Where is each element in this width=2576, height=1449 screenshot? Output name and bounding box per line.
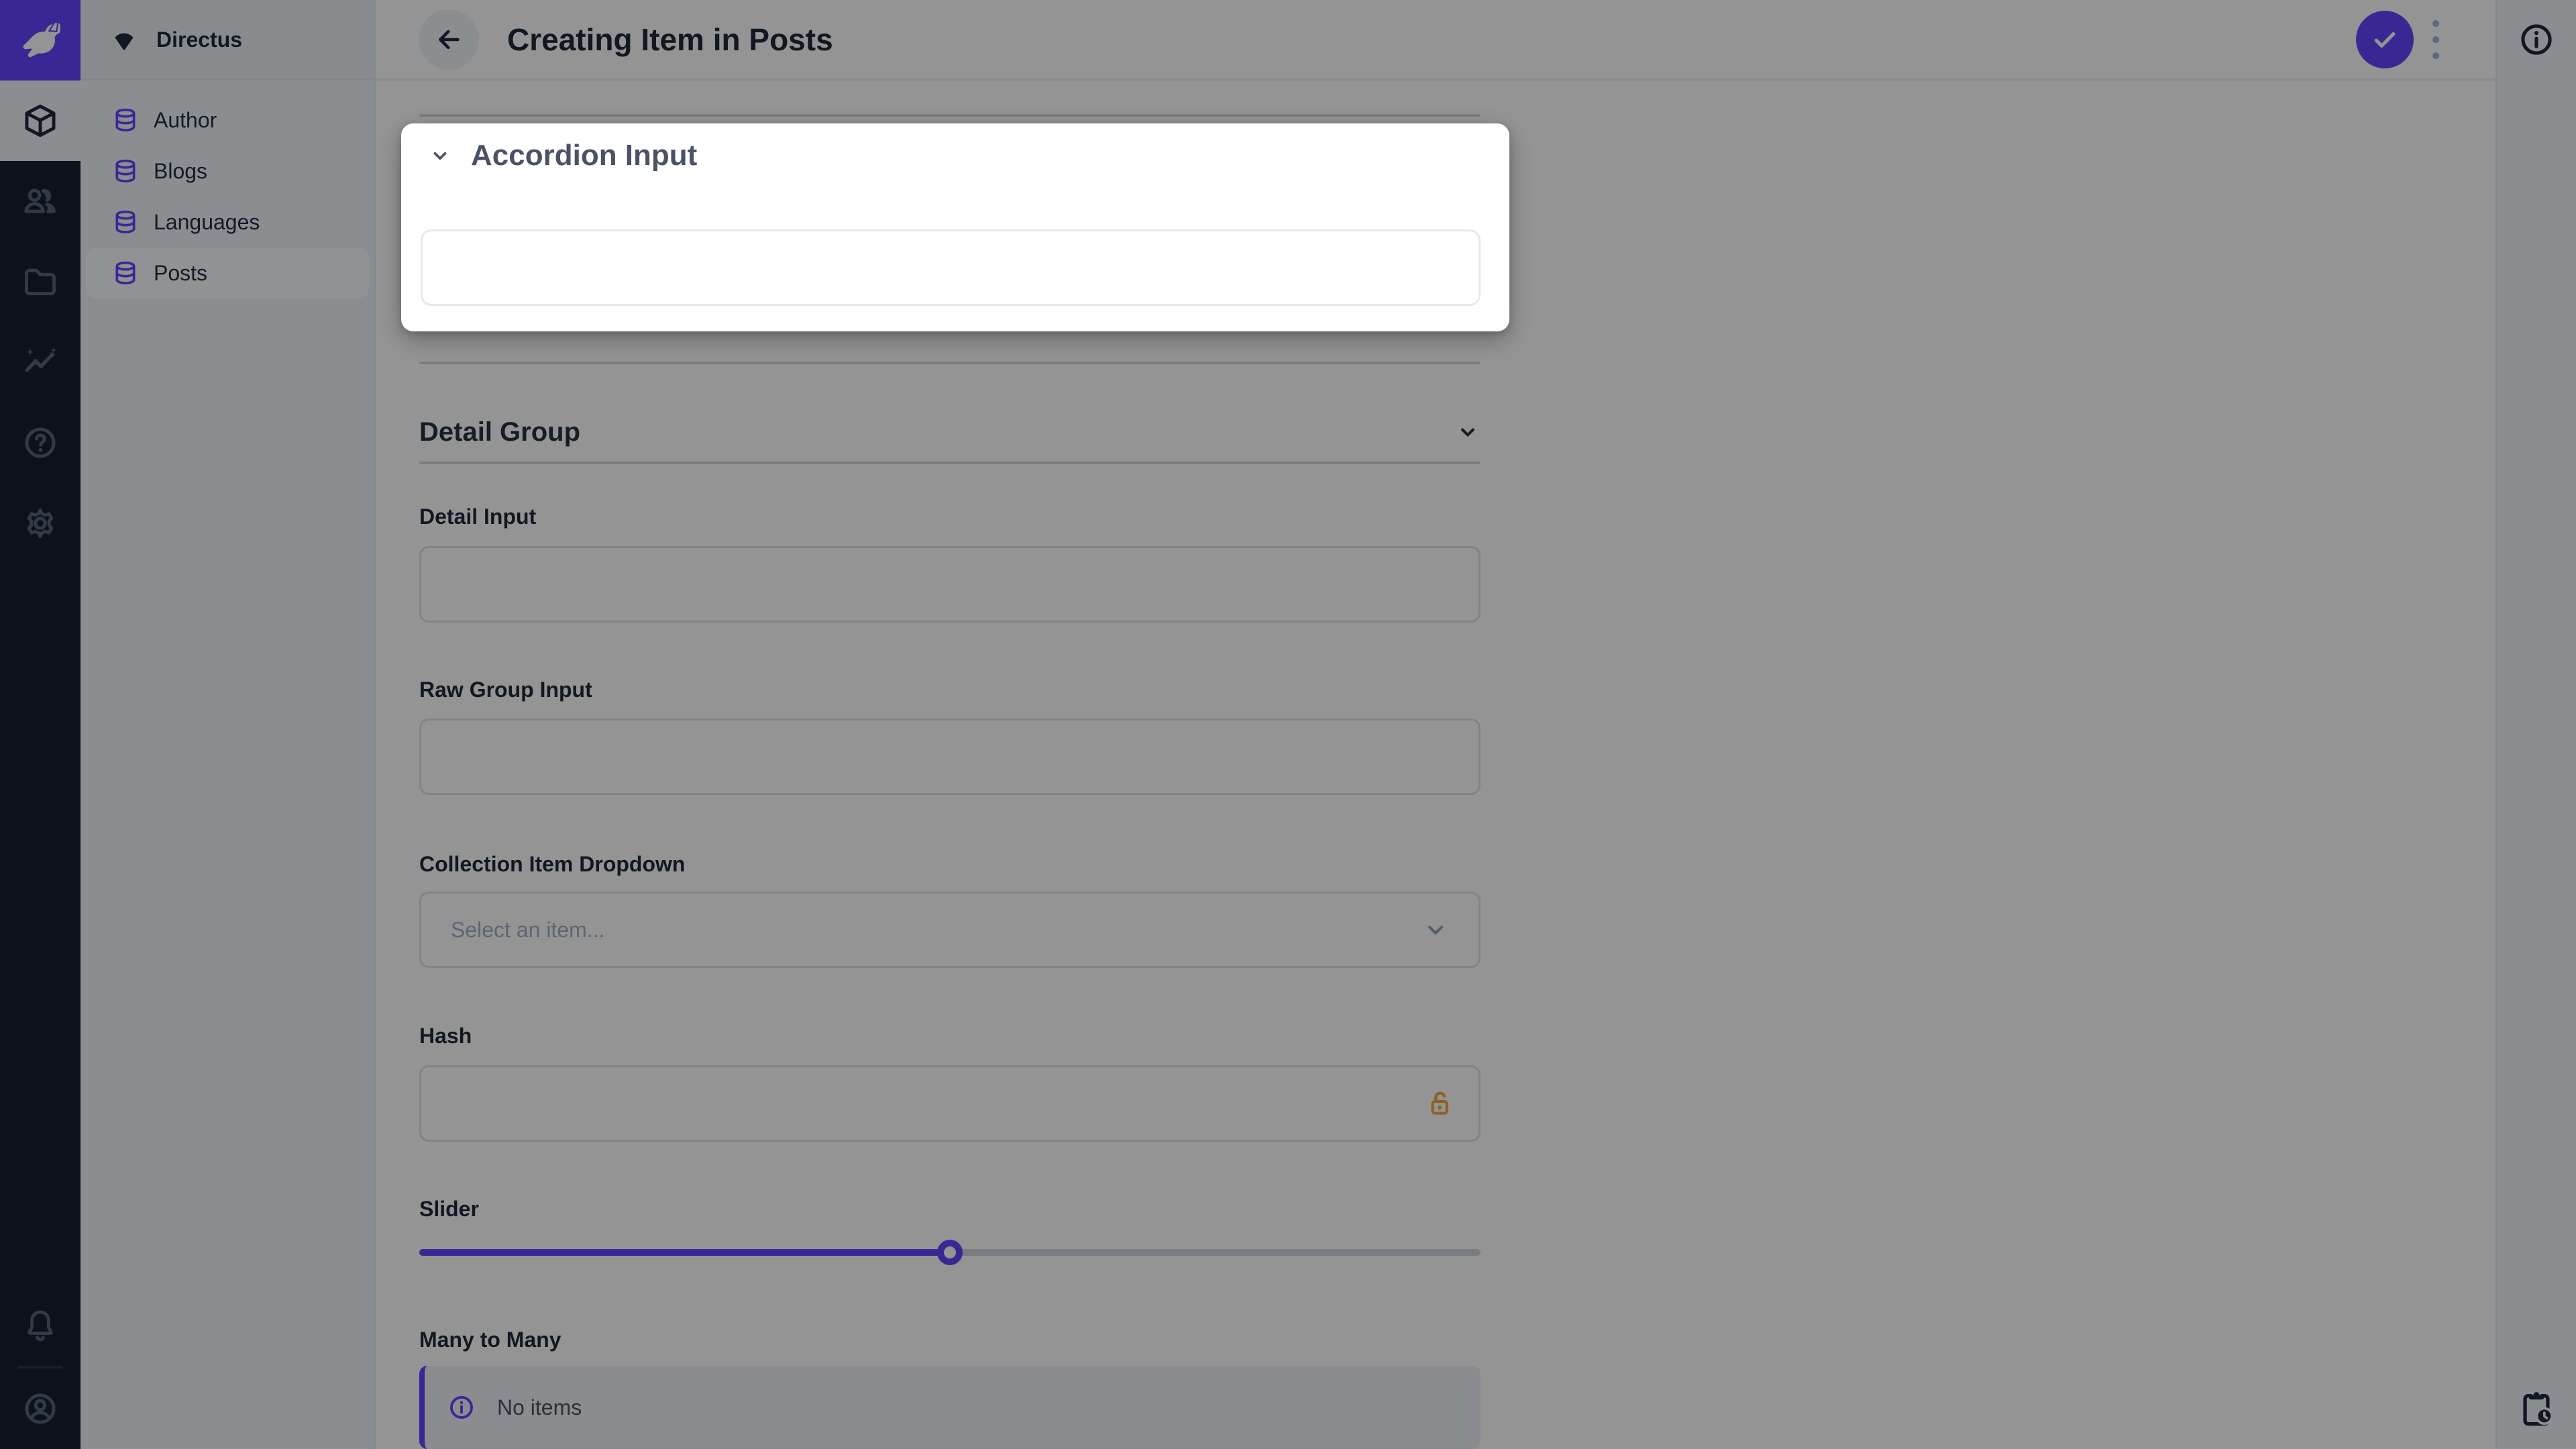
accordion-input-card: Accordion Input: [401, 123, 1509, 331]
chevron-down-icon: [428, 144, 452, 168]
accordion-input[interactable]: [421, 229, 1481, 306]
directus-app: Directus Author: [0, 0, 2576, 1449]
accordion-header[interactable]: Accordion Input: [428, 137, 1481, 174]
accordion-title: Accordion Input: [471, 139, 697, 172]
